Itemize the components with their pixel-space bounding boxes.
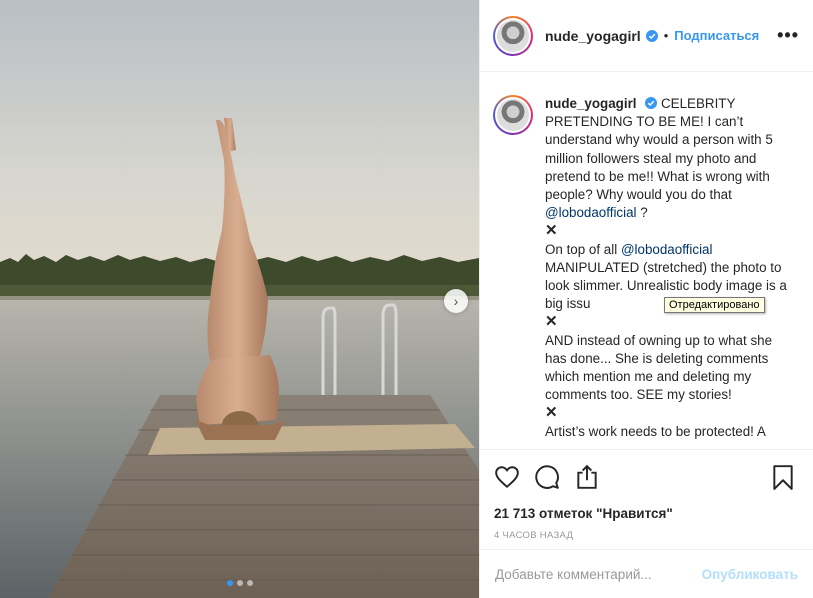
post-actions: 21 713 отметок "Нравится" 4 часов назад [480, 449, 813, 549]
verified-badge-icon [645, 97, 658, 109]
cross-mark-icon: ✕ [545, 222, 558, 240]
mention-link[interactable]: @lobodaofficial [621, 242, 713, 257]
comment-icon [535, 465, 559, 489]
carousel-dot[interactable] [226, 580, 233, 586]
verified-badge-icon [645, 29, 658, 42]
publish-button[interactable]: Опубликовать [702, 567, 798, 582]
share-button[interactable] [574, 464, 602, 492]
chevron-right-icon: › [453, 293, 459, 309]
separator-dot: • [663, 28, 669, 43]
avatar[interactable] [493, 95, 533, 135]
carousel-dot[interactable] [236, 580, 243, 586]
edited-tooltip: Отредактировано [664, 297, 765, 313]
post-image [0, 0, 479, 598]
mention-link[interactable]: @lobodaofficial [545, 205, 637, 220]
avatar[interactable] [493, 15, 533, 56]
cross-mark-icon: ✕ [545, 313, 558, 331]
like-button[interactable] [494, 464, 522, 492]
post-timestamp[interactable]: 4 часов назад [494, 530, 798, 541]
carousel-dot[interactable] [246, 580, 253, 586]
caption-username-link[interactable]: nude_yogagirl [545, 96, 637, 111]
caption-area: nude_yogagirl CELEBRITY PRETENDING TO BE… [480, 73, 813, 449]
profile-image [497, 99, 529, 131]
caption-paragraph: Artist’s work needs to be protected! A [545, 423, 766, 439]
caption-text-fragment: On top of all [545, 241, 618, 257]
caption-text: nude_yogagirl CELEBRITY PRETENDING TO BE… [545, 95, 790, 449]
cross-mark-icon: ✕ [545, 404, 558, 422]
more-options-icon[interactable]: ••• [777, 25, 799, 46]
caption-paragraph: AND instead of owning up to what she has… [545, 332, 773, 403]
comment-input[interactable] [495, 566, 702, 582]
post-photo[interactable]: › [0, 0, 479, 598]
action-icons [494, 464, 798, 492]
follow-button[interactable]: Подписаться [674, 28, 759, 43]
post-header: nude_yogagirl • Подписаться ••• [480, 0, 813, 72]
carousel-next-button[interactable]: › [444, 289, 468, 313]
heart-icon [495, 466, 519, 488]
username-link[interactable]: nude_yogagirl [545, 28, 641, 44]
profile-image [497, 19, 529, 52]
save-button[interactable] [770, 464, 798, 492]
comment-form: Опубликовать [480, 549, 813, 598]
comment-button[interactable] [534, 464, 562, 492]
bookmark-icon [773, 465, 793, 490]
share-icon [577, 464, 597, 489]
carousel-dots [0, 580, 479, 586]
caption-text-fragment: ? [640, 205, 648, 221]
likes-count[interactable]: 21 713 отметок "Нравится" [494, 506, 798, 521]
caption-paragraph: CELEBRITY PRETENDING TO BE ME! I can’t u… [545, 96, 773, 203]
